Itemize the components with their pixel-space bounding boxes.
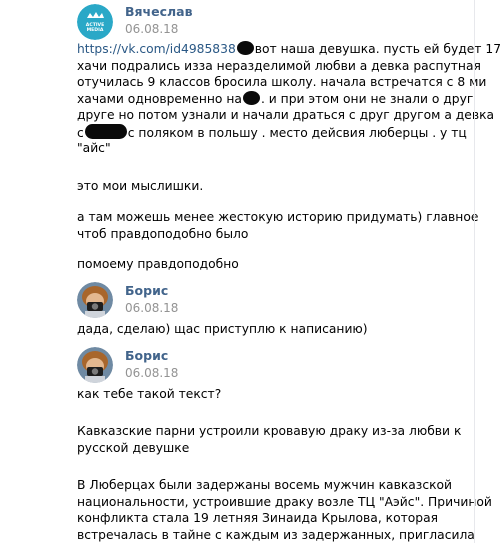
text-line: чтоб правдоподобно было <box>77 226 249 241</box>
avatar-vyacheslav[interactable]: ACTIVE MEDIA <box>77 4 113 40</box>
text-line: отучилась 9 классов бросила школу. начал… <box>77 75 487 89</box>
text-line: это мои мыслишки. <box>77 179 204 193</box>
message-text: https://vk.com/id4985838 вот наша девушка… <box>77 41 500 157</box>
message-text: дада, сделаю) щас приступлю к написанию) <box>77 321 477 338</box>
message-text: помоему правдоподобно <box>77 256 477 273</box>
message-text: Кавказские парни устроили кровавую драку… <box>77 423 477 456</box>
avatar-boris[interactable] <box>77 282 113 318</box>
message-author[interactable]: Борис <box>125 348 168 363</box>
right-divider <box>474 0 475 543</box>
text-line: а там можешь менее жестокую историю прид… <box>77 210 479 224</box>
text-line: помоему правдоподобно <box>77 257 239 271</box>
text-line: Кавказские парни устроили кровавую драку… <box>77 424 462 438</box>
message-author[interactable]: Вячеслав <box>125 4 193 19</box>
text-line: "айс" <box>77 141 111 155</box>
text-line: национальности, устроившие драку возле Т… <box>77 494 492 509</box>
message-date[interactable]: 06.08.18 <box>125 22 178 36</box>
redaction-scribble <box>84 123 127 139</box>
text-line: встречалась в тайне с каждым из задержан… <box>77 527 475 542</box>
avatar-logo-text-bottom: MEDIA <box>87 27 104 33</box>
text-line: хачи подрались изза неразделимой любви а… <box>77 58 481 73</box>
text-fragment: хачами одновременно на <box>77 91 242 106</box>
text-fragment: с поляком в польшу . место дейсвия любер… <box>127 125 467 140</box>
message-author[interactable]: Борис <box>125 283 168 298</box>
text-line: В Люберцах были задержаны восемь мужчин … <box>77 478 453 492</box>
text-line: друге но потом узнали и начали драться с… <box>77 108 495 122</box>
text-line: конфликта стала 19 летняя Зинаида Крылов… <box>77 511 439 525</box>
text-line: как тебе такой текст? <box>77 387 222 401</box>
message-date[interactable]: 06.08.18 <box>125 366 178 380</box>
text-fragment: вот наша девушка. пусть ей будет 17. <box>254 42 500 56</box>
text-fragment: с <box>77 125 84 140</box>
profile-link[interactable]: https://vk.com/id4985838 <box>77 42 236 56</box>
redaction-scribble <box>236 41 254 55</box>
redaction-scribble <box>242 90 260 105</box>
message-text: а там можешь менее жестокую историю прид… <box>77 209 479 242</box>
message-text: В Люберцах были задержаны восемь мужчин … <box>77 477 492 543</box>
message-text: как тебе такой текст? <box>77 386 477 403</box>
text-fragment: . и при этом они не знали о друг <box>260 91 474 106</box>
text-line: русской девушке <box>77 440 190 455</box>
avatar-boris[interactable] <box>77 347 113 383</box>
message-text: это мои мыслишки. <box>77 178 477 195</box>
message-date[interactable]: 06.08.18 <box>125 301 178 315</box>
chat-history: ACTIVE MEDIA Вячеслав 06.08.18 https://v… <box>0 0 500 543</box>
text-line: дада, сделаю) щас приступлю к написанию) <box>77 322 368 336</box>
